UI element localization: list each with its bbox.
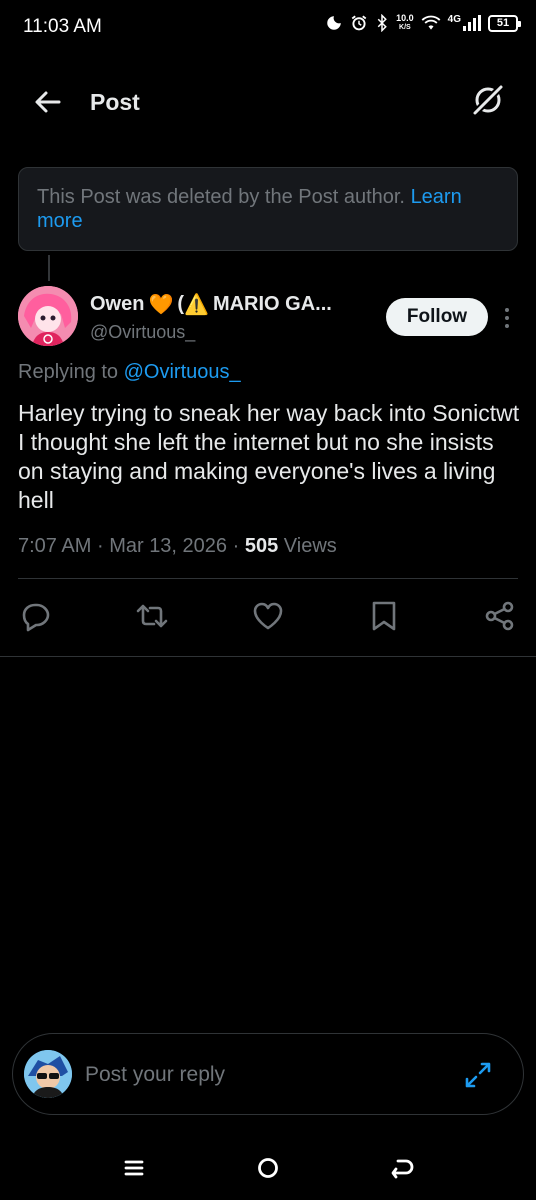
- net-speed-value: 10.0: [396, 13, 414, 23]
- grok-button[interactable]: [470, 82, 506, 118]
- net-speed: 10.0 K/S: [396, 14, 414, 32]
- moon-icon: [325, 14, 343, 32]
- reply-composer[interactable]: Post your reply: [12, 1033, 524, 1115]
- repost-button[interactable]: [134, 598, 170, 634]
- post-date[interactable]: Mar 13, 2026: [109, 535, 227, 557]
- net-speed-unit: K/S: [399, 24, 411, 31]
- views-label[interactable]: Views: [284, 535, 337, 557]
- replying-prefix: Replying to: [18, 361, 119, 383]
- battery-icon: 51: [488, 14, 521, 32]
- signal-icon: [463, 15, 481, 31]
- top-app-bar: Post: [0, 72, 536, 130]
- post-meta: 7:07 AM · Mar 13, 2026 · 505 Views: [18, 535, 337, 558]
- bookmark-button[interactable]: [366, 598, 402, 634]
- post-time[interactable]: 7:07 AM: [18, 535, 91, 557]
- recents-button[interactable]: [116, 1150, 152, 1186]
- replying-mention-link[interactable]: @Ovirtuous_: [124, 361, 241, 383]
- notice-text: This Post was deleted by the Post author…: [37, 186, 405, 208]
- home-button[interactable]: [250, 1150, 286, 1186]
- warning-emoji: ⚠️: [184, 294, 209, 316]
- status-icons: 10.0 K/S 4G 51: [325, 13, 521, 32]
- meta-separator: ·: [96, 535, 104, 557]
- more-dot: [505, 324, 509, 328]
- share-icon: [485, 601, 514, 631]
- bluetooth-icon: [375, 14, 389, 32]
- post-actions: [0, 594, 536, 636]
- page-title: Post: [90, 89, 140, 115]
- orange-heart-emoji: 🧡: [148, 294, 174, 316]
- user-avatar: [24, 1050, 72, 1098]
- reply-button[interactable]: [18, 598, 54, 634]
- status-time: 11:03 AM: [23, 16, 102, 37]
- divider: [0, 656, 536, 657]
- back-nav-button[interactable]: [384, 1150, 420, 1186]
- more-dot: [505, 316, 509, 320]
- reply-icon: [22, 603, 50, 632]
- network-type: 4G: [447, 13, 461, 25]
- wifi-icon: [421, 15, 441, 31]
- like-icon: [253, 602, 283, 630]
- more-dot: [505, 308, 509, 312]
- author-name-rest: MARIO GA...: [212, 293, 332, 315]
- author-avatar[interactable]: [18, 286, 78, 346]
- author-name-text: Owen: [90, 293, 145, 315]
- meta-separator: ·: [232, 535, 240, 557]
- back-arrow-icon: [391, 1158, 414, 1179]
- thread-connector-line: [48, 255, 50, 281]
- status-bar: 11:03 AM 10.0 K/S 4G 51: [0, 0, 536, 56]
- like-button[interactable]: [250, 598, 286, 634]
- bookmark-icon: [372, 601, 396, 631]
- author-handle[interactable]: @Ovirtuous_: [90, 322, 195, 343]
- expand-composer-button[interactable]: [463, 1060, 493, 1090]
- deleted-post-notice: This Post was deleted by the Post author…: [18, 167, 518, 251]
- alarm-icon: [350, 14, 368, 32]
- avatar-image: [18, 286, 78, 346]
- home-circle-icon: [258, 1158, 278, 1178]
- grok-icon: [471, 83, 505, 117]
- avatar-image: [24, 1050, 72, 1098]
- battery-level: 51: [496, 17, 510, 29]
- repost-icon: [136, 604, 168, 628]
- arrow-left-icon: [35, 91, 61, 113]
- follow-button[interactable]: Follow: [386, 298, 488, 336]
- divider: [18, 578, 518, 579]
- author-name-paren: (: [177, 293, 185, 315]
- more-options-button[interactable]: [498, 304, 516, 332]
- back-button[interactable]: [30, 84, 66, 120]
- menu-icon: [124, 1160, 144, 1176]
- author-name[interactable]: Owen 🧡 (⚠️ MARIO GA...: [90, 292, 332, 317]
- share-button[interactable]: [482, 598, 518, 634]
- expand-icon: [465, 1062, 491, 1088]
- post-body: Harley trying to sneak her way back into…: [18, 400, 520, 513]
- replying-to: Replying to @Ovirtuous_: [18, 361, 241, 384]
- reply-input[interactable]: Post your reply: [85, 1063, 225, 1087]
- views-count[interactable]: 505: [245, 535, 278, 557]
- system-navigation-bar: [0, 1140, 536, 1200]
